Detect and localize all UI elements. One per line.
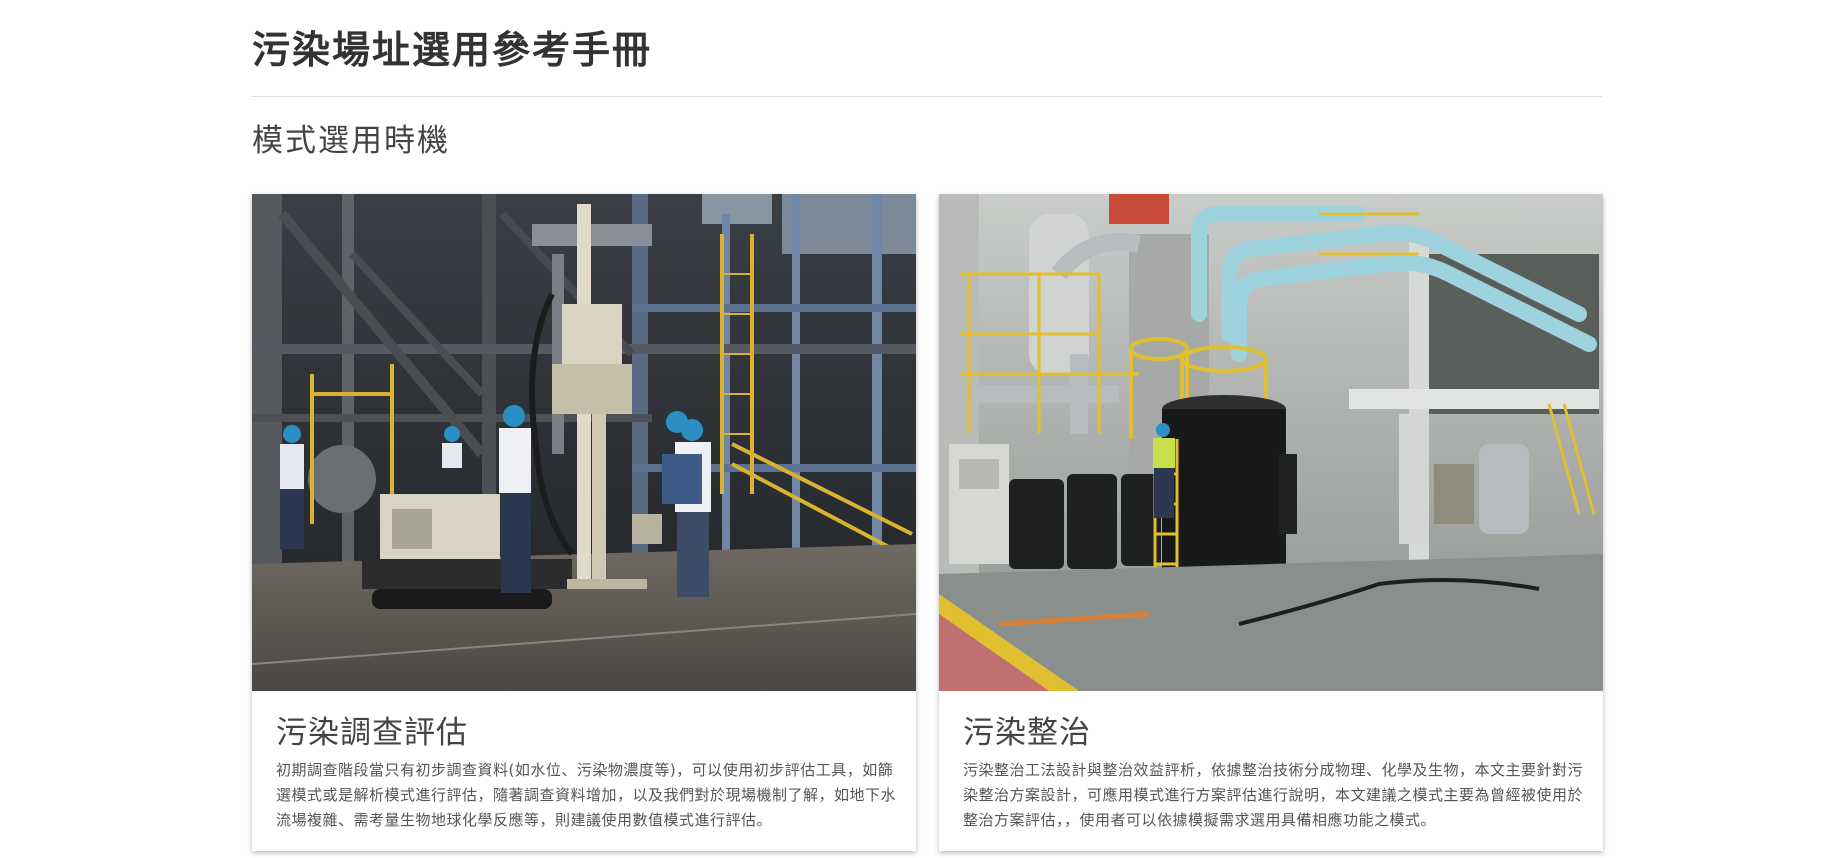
title-divider bbox=[252, 96, 1602, 97]
card-title[interactable]: 污染整治 bbox=[963, 712, 1583, 754]
drilling-rig-photo[interactable] bbox=[252, 194, 916, 691]
card-body: 污染整治 污染整治工法設計與整治效益評析，依據整治技術分成物理、化學及生物，本文… bbox=[963, 712, 1583, 833]
card-pollution-investigation[interactable]: 污染調查評估 初期調查階段當只有初步調查資料(如水位、污染物濃度等)，可以使用初… bbox=[252, 194, 916, 851]
card-pollution-remediation[interactable]: 污染整治 污染整治工法設計與整治效益評析，依據整治技術分成物理、化學及生物，本文… bbox=[939, 194, 1603, 851]
card-description: 污染整治工法設計與整治效益評析，依據整治技術分成物理、化學及生物，本文主要針對污… bbox=[963, 761, 1584, 829]
treatment-plant-photo[interactable] bbox=[939, 194, 1603, 691]
site-title[interactable]: 污染場址選用參考手冊 bbox=[252, 24, 652, 76]
section-heading: 模式選用時機 bbox=[252, 123, 450, 159]
card-body: 污染調查評估 初期調查階段當只有初步調查資料(如水位、污染物濃度等)，可以使用初… bbox=[276, 712, 896, 833]
page: 污染場址選用參考手冊 模式選用時機 污染調查評估 初期調查階段當只有初步調查資料… bbox=[0, 0, 1835, 858]
card-description: 初期調查階段當只有初步調查資料(如水位、污染物濃度等)，可以使用初步評估工具，如… bbox=[276, 761, 897, 829]
card-title[interactable]: 污染調查評估 bbox=[276, 712, 896, 754]
